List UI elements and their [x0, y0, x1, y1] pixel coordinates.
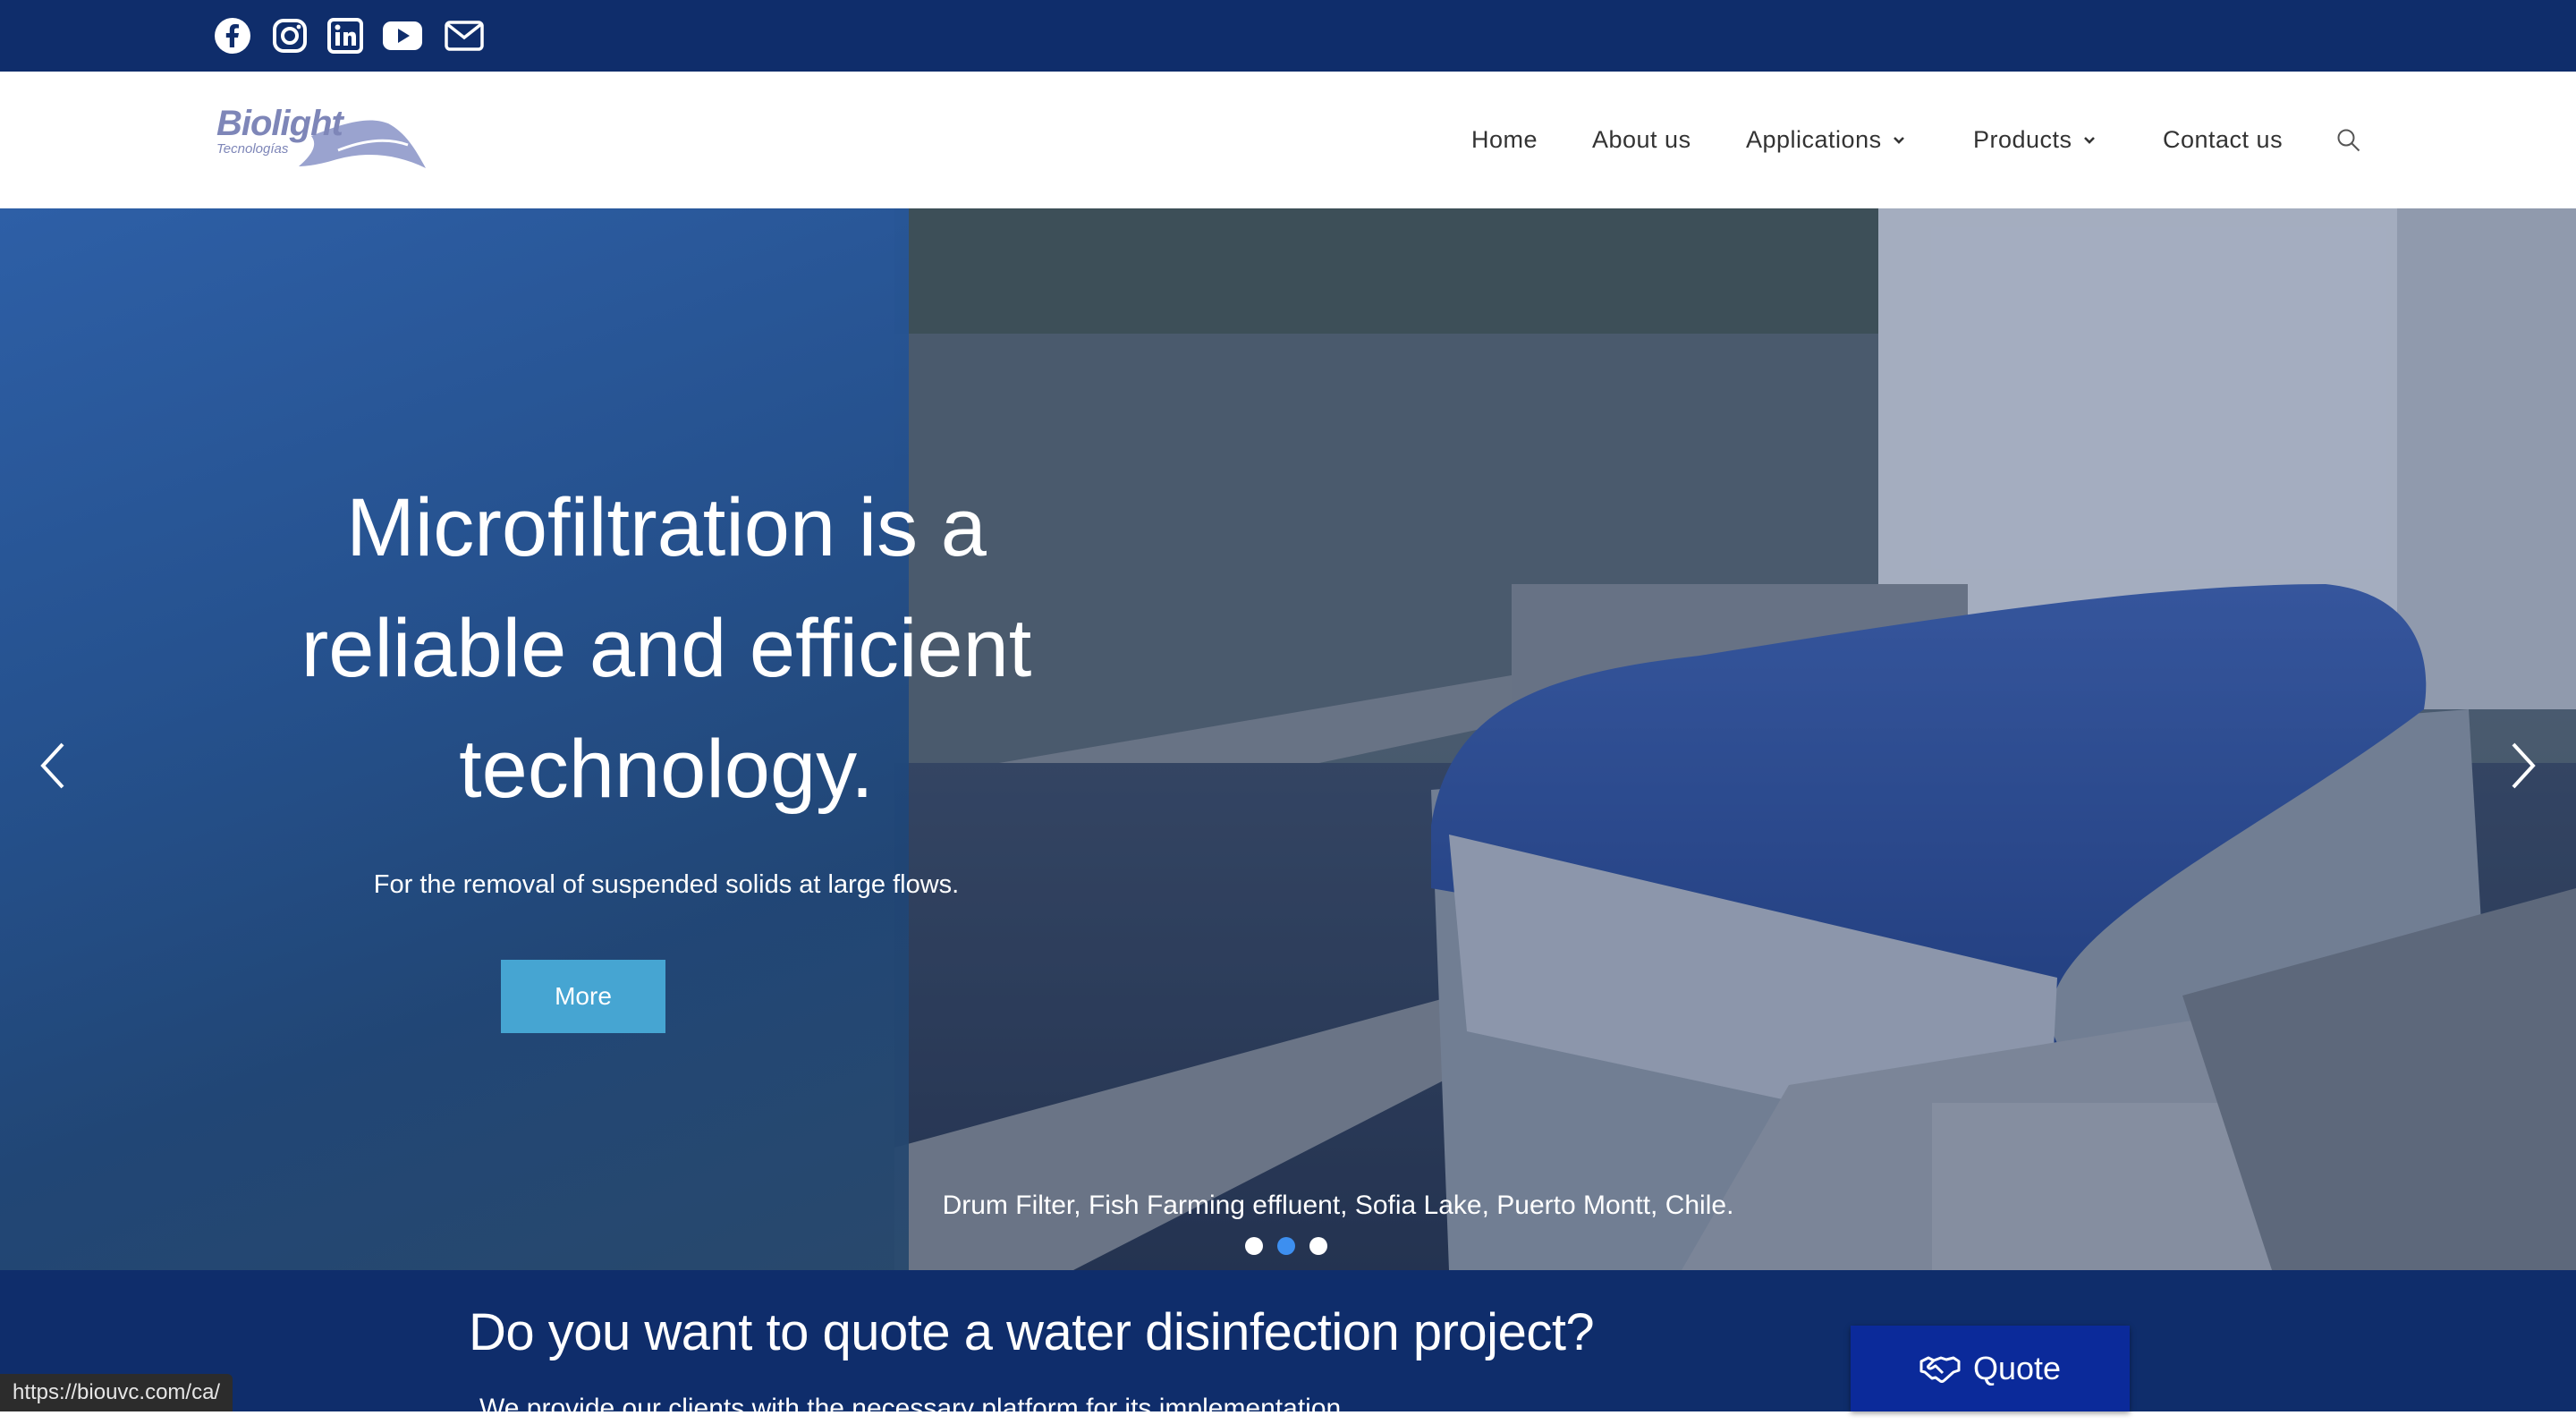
chevron-down-icon [2083, 136, 2095, 144]
logo-wordmark: Biolight [216, 104, 343, 143]
photo-tint [909, 208, 2576, 1270]
nav-products[interactable]: Products [1973, 126, 2096, 154]
slide-dot-3[interactable] [1309, 1237, 1327, 1255]
headline-line-1: Microfiltration is a [346, 482, 987, 573]
instagram-icon[interactable] [270, 16, 309, 55]
nav-applications[interactable]: Applications [1746, 126, 1905, 154]
main-nav: Home [1471, 72, 1538, 208]
nav-about-wrap: About us [1592, 72, 1691, 208]
facebook-icon[interactable] [213, 16, 252, 55]
nav-search-wrap [2336, 72, 2361, 208]
search-icon [2337, 129, 2360, 151]
prev-slide-button[interactable] [27, 725, 80, 806]
linkedin-icon[interactable] [326, 16, 365, 55]
biolight-logo[interactable]: Biolight Tecnologías [213, 104, 428, 175]
headline-line-3: technology. [459, 724, 874, 815]
quote-button-label: Quote [1972, 1350, 2062, 1386]
search-button[interactable] [2336, 128, 2361, 153]
email-icon[interactable] [444, 16, 485, 55]
quote-title: Do you want to quote a water disinfectio… [469, 1303, 1595, 1361]
nav-applications-label: Applications [1746, 126, 1882, 153]
nav-about-label: About us [1592, 126, 1691, 153]
nav-home-label: Home [1471, 126, 1538, 153]
nav-home[interactable]: Home [1471, 126, 1538, 154]
logo-tagline: Tecnologías [216, 141, 289, 157]
status-url: https://biouvc.com/ca/ [0, 1374, 233, 1411]
slide-dot-1[interactable] [1245, 1237, 1263, 1255]
hero-subline: For the removal of suspended solids at l… [373, 870, 960, 899]
nav-about[interactable]: About us [1592, 126, 1691, 154]
nav-products-label: Products [1973, 126, 2072, 153]
quote-button[interactable]: Quote [1851, 1326, 2130, 1411]
more-button[interactable]: More [501, 960, 665, 1033]
chevron-right-icon [2512, 742, 2536, 789]
quote-section: Do you want to quote a water disinfectio… [0, 1270, 2576, 1423]
nav-contact[interactable]: Contact us [2163, 126, 2283, 154]
hero-headline: Microfiltration is a reliable and effici… [259, 468, 1073, 830]
next-slide-button[interactable] [2496, 725, 2549, 806]
nav-contact-wrap: Contact us [2163, 72, 2283, 208]
youtube-icon[interactable] [381, 16, 424, 55]
handshake-icon [1919, 1356, 1961, 1383]
quote-subtitle: We provide our clients with the necessar… [479, 1394, 1349, 1423]
nav-contact-label: Contact us [2163, 126, 2284, 153]
headline-line-2: reliable and efficient [301, 603, 1032, 694]
social-bar [0, 0, 2576, 72]
nav-products-wrap: Products [1973, 72, 2096, 208]
slide-caption: Drum Filter, Fish Farming effluent, Sofi… [942, 1191, 1734, 1220]
nav-applications-wrap: Applications [1746, 72, 1905, 208]
chevron-down-icon [1893, 136, 1904, 144]
chevron-left-icon [40, 742, 64, 789]
site-header: Biolight Tecnologías Home About us Appli… [0, 72, 2576, 208]
slide-dot-2[interactable] [1277, 1237, 1295, 1255]
slide-dots [1245, 1237, 1327, 1255]
hero-slider: Microfiltration is a reliable and effici… [0, 208, 2576, 1270]
